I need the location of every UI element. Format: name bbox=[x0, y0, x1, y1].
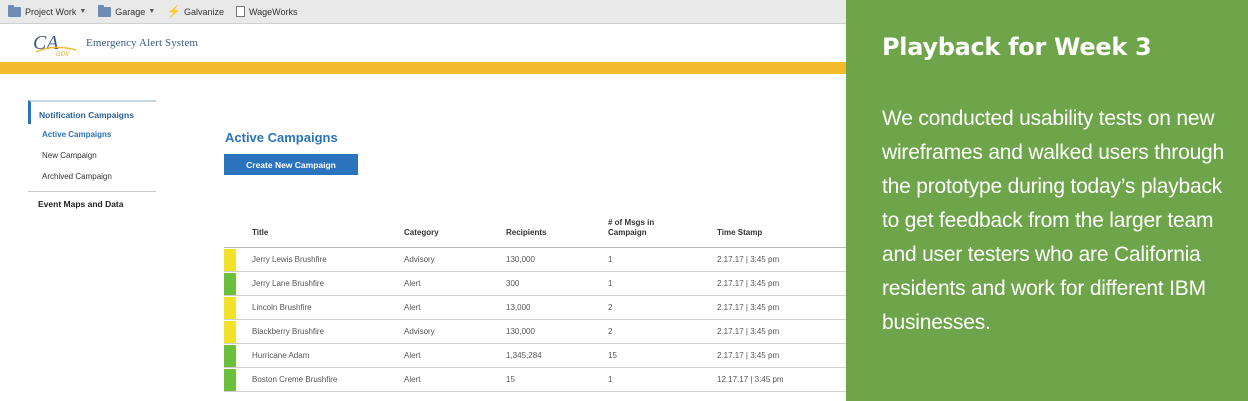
bookmark-garage[interactable]: Garage ▼ bbox=[98, 4, 156, 17]
cell-category: Alert bbox=[404, 303, 421, 312]
cell-timestamp: 12.17.17 | 3:45 pm bbox=[717, 375, 784, 384]
status-color-bar bbox=[224, 321, 236, 343]
cell-recipients: 130,000 bbox=[506, 255, 535, 264]
cell-msgs: 1 bbox=[608, 279, 613, 288]
cell-category: Alert bbox=[404, 351, 421, 360]
table-row[interactable]: Jerry Lewis Brushfire Advisory 130,000 1 2.1… bbox=[224, 248, 846, 272]
cell-timestamp: 2.17.17 | 3:45 pm bbox=[717, 279, 780, 288]
panel-title: Playback for Week 3 bbox=[882, 33, 1152, 61]
bookmark-project-work[interactable]: Project Work ▼ bbox=[8, 4, 87, 17]
table-header: Title Category Recipients # of Msgs in C… bbox=[224, 214, 846, 248]
cell-msgs: 1 bbox=[608, 375, 613, 384]
column-header-category[interactable]: Category bbox=[404, 228, 439, 238]
app-header: CA GOV Emergency Alert System bbox=[0, 24, 846, 62]
sidebar-item-active-campaigns[interactable]: Active Campaigns bbox=[28, 124, 156, 145]
cell-category: Advisory bbox=[404, 327, 435, 336]
folder-icon bbox=[98, 4, 112, 17]
table-row[interactable]: Blackberry Brushfire Advisory 130,000 2 2.17… bbox=[224, 320, 846, 344]
cell-msgs: 15 bbox=[608, 351, 617, 360]
cell-title: Blackberry Brushfire bbox=[252, 327, 325, 336]
bookmark-galvanize[interactable]: ⚡ Galvanize bbox=[167, 5, 224, 18]
cell-timestamp: 2.17.17 | 3:45 pm bbox=[717, 351, 780, 360]
ca-gov-logo[interactable]: CA GOV bbox=[32, 30, 78, 58]
campaigns-table: Title Category Recipients # of Msgs in C… bbox=[224, 214, 846, 392]
chevron-down-icon: ▼ bbox=[79, 8, 87, 15]
bookmark-label: Galvanize bbox=[183, 6, 224, 17]
cell-msgs: 2 bbox=[608, 303, 613, 312]
sidebar-section-notification-campaigns[interactable]: Notification Campaigns bbox=[28, 100, 156, 124]
table-row[interactable]: Jerry Lane Brushfire Alert 300 1 2.17.17 | 3… bbox=[224, 272, 846, 296]
sidebar-item-archived-campaign[interactable]: Archived Campaign bbox=[28, 166, 156, 187]
panel-text: We conducted usability tests on new wire… bbox=[882, 107, 1225, 334]
cell-recipients: 1,345,284 bbox=[506, 351, 542, 360]
cell-recipients: 13,000 bbox=[506, 303, 531, 312]
bookmark-wageworks[interactable]: WageWorks bbox=[236, 6, 298, 17]
bookmark-label: Garage bbox=[115, 6, 146, 17]
status-color-bar bbox=[224, 297, 236, 319]
bookmark-label: Project Work bbox=[25, 6, 77, 17]
svg-text:CA: CA bbox=[33, 32, 59, 54]
folder-icon bbox=[8, 4, 21, 17]
table-row[interactable]: Hurricane Adam Alert 1,345,284 15 2.17.17 | … bbox=[224, 344, 846, 368]
status-color-bar bbox=[224, 249, 236, 271]
bookmarks-bar: Project Work ▼ Garage ▼ ⚡ Galvanize Wage… bbox=[0, 0, 846, 24]
svg-text:GOV: GOV bbox=[56, 52, 70, 58]
cell-category: Advisory bbox=[404, 255, 435, 264]
cell-timestamp: 2.17.17 | 3:45 pm bbox=[717, 303, 780, 312]
table-row[interactable]: Lincoln Brushfire Alert 13,000 2 2.17.17 | 3… bbox=[224, 296, 846, 320]
cell-title: Lincoln Brushfire bbox=[252, 303, 312, 312]
cell-timestamp: 2.17.17 | 3:45 pm bbox=[717, 327, 780, 336]
cell-category: Alert bbox=[404, 279, 421, 288]
column-header-title[interactable]: Title bbox=[252, 228, 268, 238]
sidebar-section-event-maps[interactable]: Event Maps and Data bbox=[28, 192, 156, 209]
cell-title: Hurricane Adam bbox=[252, 351, 310, 360]
app-title: Emergency Alert System bbox=[86, 37, 198, 49]
cell-category: Alert bbox=[404, 375, 421, 384]
cell-title: Jerry Lewis Brushfire bbox=[252, 255, 327, 264]
cell-recipients: 15 bbox=[506, 375, 515, 384]
cell-recipients: 130,000 bbox=[506, 327, 535, 336]
cell-recipients: 300 bbox=[506, 279, 520, 288]
status-color-bar bbox=[224, 345, 236, 367]
header-accent-bar bbox=[0, 62, 846, 74]
cell-title: Jerry Lane Brushfire bbox=[252, 279, 325, 288]
column-header-msgs[interactable]: # of Msgs in Campaign bbox=[608, 218, 668, 238]
column-header-timestamp[interactable]: Time Stamp bbox=[717, 228, 762, 238]
page-title: Active Campaigns bbox=[225, 130, 338, 145]
status-color-bar bbox=[224, 369, 236, 391]
bolt-icon: ⚡ bbox=[167, 6, 181, 18]
playback-panel: Playback for Week 3 We conducted usabili… bbox=[846, 0, 1248, 401]
table-row[interactable]: Boston Creme Brushfire Alert 15 1 12.17.17 |… bbox=[224, 368, 846, 392]
column-header-recipients[interactable]: Recipients bbox=[506, 228, 546, 238]
chevron-down-icon: ▼ bbox=[148, 8, 156, 15]
sidebar-item-new-campaign[interactable]: New Campaign bbox=[28, 145, 156, 166]
document-icon bbox=[236, 6, 245, 17]
cell-title: Boston Creme Brushfire bbox=[252, 375, 338, 384]
cell-msgs: 2 bbox=[608, 327, 613, 336]
create-campaign-button[interactable]: Create New Campaign bbox=[224, 154, 358, 175]
cell-timestamp: 2.17.17 | 3:45 pm bbox=[717, 255, 780, 264]
sidebar: Notification Campaigns Active Campaigns … bbox=[28, 100, 156, 209]
cell-msgs: 1 bbox=[608, 255, 613, 264]
status-color-bar bbox=[224, 273, 236, 295]
bookmark-label: WageWorks bbox=[249, 6, 298, 17]
